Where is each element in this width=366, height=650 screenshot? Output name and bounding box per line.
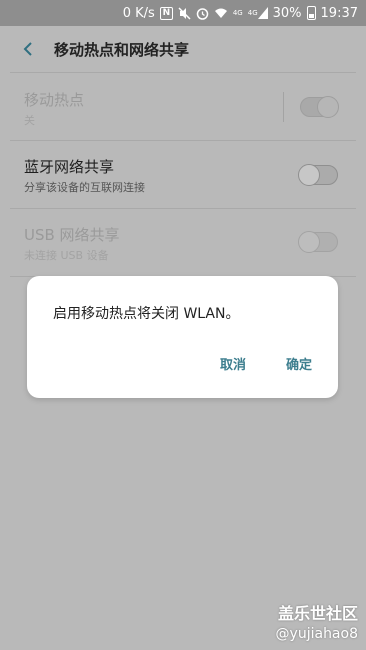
confirm-button[interactable]: 确定	[286, 354, 312, 373]
usb-tethering-switch[interactable]	[298, 231, 338, 253]
watermark: 盖乐世社区 @yujiahao8	[276, 600, 358, 642]
app-bar: 移动热点和网络共享	[0, 26, 366, 72]
watermark-title: 盖乐世社区	[277, 604, 358, 623]
status-icons: 0 K/s N 4G 4G 30% 19:37	[123, 6, 358, 21]
signal-label-2: 4G	[247, 8, 258, 17]
signal-label-1: 4G	[232, 8, 243, 17]
bluetooth-tethering-title: 蓝牙网络共享	[24, 158, 115, 176]
switch-knob	[317, 96, 339, 118]
signal-icon-2: 4G	[248, 7, 268, 19]
usb-tethering-subtitle: 未连接 USB 设备	[24, 249, 109, 262]
hotspot-switch[interactable]	[300, 96, 339, 118]
usb-tethering-title: USB 网络共享	[24, 226, 120, 244]
status-bar: 0 K/s N 4G 4G 30% 19:37	[0, 0, 366, 26]
signal-icon: 4G	[232, 8, 243, 17]
battery-icon	[306, 6, 316, 20]
back-button[interactable]	[8, 29, 48, 69]
dialog-message: 启用移动热点将关闭 WLAN。	[53, 306, 240, 322]
bluetooth-tethering-row[interactable]: 蓝牙网络共享 分享该设备的互联网连接	[0, 140, 366, 208]
switch-knob	[298, 231, 320, 253]
hotspot-title: 移动热点	[24, 91, 85, 109]
switch-knob	[298, 164, 320, 186]
hotspot-row: 移动热点 关	[0, 72, 366, 140]
chevron-left-icon	[23, 42, 32, 56]
hotspot-status: 关	[24, 114, 35, 127]
battery-percent: 30%	[272, 5, 302, 21]
bluetooth-tethering-switch[interactable]	[298, 164, 338, 186]
page-title: 移动热点和网络共享	[54, 40, 190, 59]
clock: 19:37	[320, 5, 358, 21]
usb-tethering-row: USB 网络共享 未连接 USB 设备	[0, 208, 366, 276]
nfc-icon: N	[159, 6, 173, 20]
network-speed: 0 K/s	[122, 5, 155, 21]
mute-icon	[178, 6, 191, 20]
row-divider	[283, 92, 284, 122]
wlan-warning-dialog: 启用移动热点将关闭 WLAN。 取消 确定	[27, 276, 338, 398]
screen: 0 K/s N 4G 4G 30% 19:37 移动热点和网络共享 移动热点 关…	[0, 0, 366, 650]
alarm-icon	[196, 7, 209, 20]
bluetooth-tethering-subtitle: 分享该设备的互联网连接	[24, 181, 145, 194]
watermark-user: @yujiahao8	[275, 626, 358, 642]
wifi-icon	[214, 7, 228, 19]
cancel-button[interactable]: 取消	[220, 354, 246, 373]
